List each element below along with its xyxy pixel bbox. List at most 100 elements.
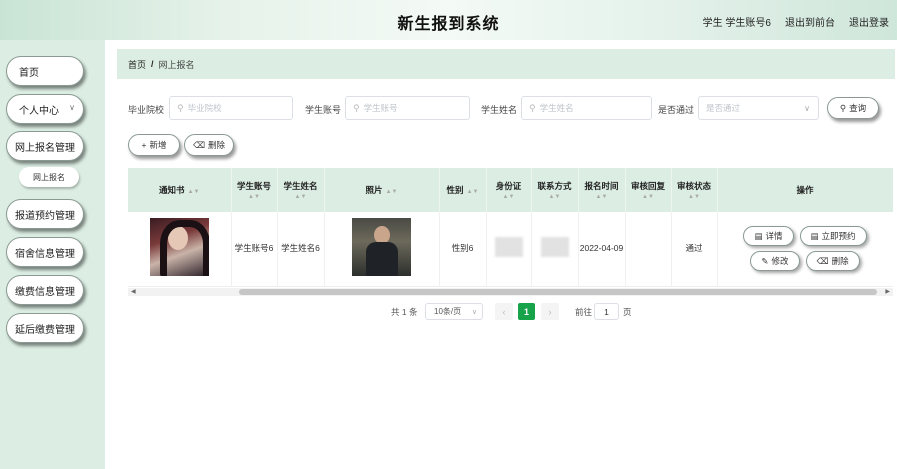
sidebar-item-label: 宿舍信息管理 — [15, 248, 75, 260]
sort-icon: ▲▼ — [688, 194, 700, 200]
add-button-label: 新增 — [149, 140, 167, 150]
col-gender[interactable]: 性别 ▲▼ — [439, 168, 487, 212]
horizontal-scrollbar[interactable]: ◀ ▶ — [128, 288, 893, 296]
sort-icon: ▲▼ — [466, 189, 479, 195]
row-delete-button[interactable]: ⌫ 删除 — [805, 251, 860, 272]
search-icon: ⚲ — [839, 102, 847, 113]
sort-icon: ▲▼ — [187, 189, 200, 195]
col-name[interactable]: 学生姓名 ▲▼ — [277, 168, 325, 212]
sidebar-item-payment-info[interactable]: 缴费信息管理 — [6, 275, 84, 305]
passed-label: 是否通过 — [658, 105, 695, 115]
col-actions: 操作 — [717, 168, 893, 212]
logout-link[interactable]: 退出登录 — [849, 14, 889, 29]
sort-icon: ▲▼ — [248, 194, 260, 200]
school-label: 毕业院校 — [128, 105, 165, 115]
cell-review-reply — [625, 212, 672, 287]
notice-image[interactable] — [149, 217, 209, 276]
breadcrumb-home[interactable]: 首页 — [128, 58, 146, 71]
sidebar-item-label: 首页 — [19, 67, 39, 79]
col-review-status[interactable]: 审核状态 ▲▼ — [671, 168, 718, 212]
page-suffix: 页 — [623, 306, 632, 317]
page-size-select[interactable]: 10条/页 ∨ — [425, 303, 483, 320]
edit-icon: ✎ — [761, 255, 769, 266]
query-button[interactable]: ⚲ 查询 — [827, 97, 879, 119]
chevron-down-icon: ∨ — [804, 103, 810, 113]
cell-notice — [128, 212, 232, 287]
chevron-down-icon: ∨ — [69, 103, 75, 112]
edit-button[interactable]: ✎ 修改 — [750, 251, 800, 272]
sidebar-item-personal-center[interactable]: 个人中心 ∨ — [6, 94, 84, 124]
passed-select[interactable]: 是否通过 ∨ — [698, 96, 819, 120]
goto-page-input[interactable]: 1 — [594, 303, 619, 320]
query-button-label: 查询 — [849, 103, 867, 113]
cell-photo — [324, 212, 440, 287]
col-photo[interactable]: 照片 ▲▼ — [324, 168, 440, 212]
account-input[interactable]: ⚲ 学生账号 — [345, 96, 470, 120]
passed-placeholder: 是否通过 — [706, 103, 741, 113]
sort-icon: ▲▼ — [642, 194, 654, 200]
col-contact[interactable]: 联系方式 ▲▼ — [531, 168, 579, 212]
cell-actions: ▤ 详情 ▤ 立即预约 ✎ 修改 ⌫ 删除 — [717, 212, 893, 287]
col-review-reply[interactable]: 审核回复 ▲▼ — [625, 168, 672, 212]
breadcrumb: 首页 / 网上报名 — [117, 49, 895, 79]
search-icon: ⚲ — [177, 102, 184, 113]
account-label: 学生账号 — [305, 105, 342, 115]
col-account[interactable]: 学生账号 ▲▼ — [231, 168, 278, 212]
sort-icon: ▲▼ — [294, 194, 307, 200]
delete-button[interactable]: ⌫ 删除 — [184, 134, 234, 156]
chevron-down-icon: ∨ — [471, 308, 477, 316]
redacted-contact — [540, 236, 569, 257]
back-to-frontend-link[interactable]: 退出到前台 — [785, 14, 835, 29]
table-header-row: 通知书 ▲▼ 学生账号 ▲▼ 学生姓名 ▲▼ 照片 ▲▼ 性别 ▲▼ 身份证 ▲▼ 联系方式… — [128, 168, 893, 212]
col-notice[interactable]: 通知书 ▲▼ — [128, 168, 232, 212]
document-icon: ▤ — [810, 230, 819, 241]
scrollbar-thumb[interactable] — [239, 289, 877, 295]
sidebar-item-dorm-info[interactable]: 宿舍信息管理 — [6, 237, 84, 267]
sidebar-item-label: 网上报名管理 — [15, 142, 75, 154]
sidebar-subitem-online-registration[interactable]: 网上报名 — [19, 167, 79, 187]
reserve-button[interactable]: ▤ 立即预约 — [799, 226, 867, 247]
redacted-id-card — [494, 236, 523, 257]
sort-icon: ▲▼ — [595, 194, 608, 200]
col-id-card[interactable]: 身份证 ▲▼ — [486, 168, 532, 212]
registration-table: 通知书 ▲▼ 学生账号 ▲▼ 学生姓名 ▲▼ 照片 ▲▼ 性别 ▲▼ 身份证 ▲▼ 联系方式… — [128, 168, 893, 296]
header-right: 学生 学生账号6 退出到前台 退出登录 — [703, 14, 889, 29]
cell-id-card — [486, 212, 532, 287]
col-reg-time[interactable]: 报名时间 ▲▼ — [578, 168, 626, 212]
pagination-total: 共 1 条 — [391, 306, 418, 317]
sidebar-item-label: 个人中心 — [19, 105, 59, 117]
sidebar-item-home[interactable]: 首页 — [6, 56, 84, 86]
chevron-right-icon: › — [548, 306, 552, 317]
page-number-current[interactable]: 1 — [518, 303, 535, 320]
account-placeholder: 学生账号 — [363, 103, 398, 113]
name-placeholder: 学生姓名 — [539, 103, 574, 113]
name-input[interactable]: ⚲ 学生姓名 — [521, 96, 652, 120]
cell-contact — [531, 212, 579, 287]
sort-icon: ▲▼ — [548, 194, 561, 200]
sidebar-item-report-reservation[interactable]: 报道预约管理 — [6, 199, 84, 229]
sidebar-item-label: 报道预约管理 — [15, 210, 75, 222]
detail-button[interactable]: ▤ 详情 — [743, 226, 794, 247]
name-label: 学生姓名 — [481, 105, 518, 115]
detail-icon: ▤ — [754, 230, 763, 241]
school-input[interactable]: ⚲ 毕业院校 — [169, 96, 293, 120]
search-icon: ⚲ — [529, 102, 536, 113]
delete-button-label: 删除 — [208, 140, 226, 150]
sidebar: 首页 个人中心 ∨ 网上报名管理 网上报名 报道预约管理 宿舍信息管理 缴费信息… — [0, 40, 105, 469]
cell-account: 学生账号6 — [231, 212, 278, 287]
add-button[interactable]: + 新增 — [128, 134, 180, 156]
top-header: 新生报到系统 学生 学生账号6 退出到前台 退出登录 — [0, 0, 897, 40]
cell-name: 学生姓名6 — [277, 212, 325, 287]
next-page-button[interactable]: › — [541, 303, 559, 320]
cell-reg-time: 2022-04-09 — [578, 212, 626, 287]
current-user-label: 学生 学生账号6 — [702, 18, 771, 29]
prev-page-button[interactable]: ‹ — [495, 303, 513, 320]
breadcrumb-current: 网上报名 — [158, 59, 195, 70]
sidebar-item-deferred-payment[interactable]: 延后缴费管理 — [6, 313, 84, 343]
student-photo[interactable] — [352, 217, 411, 276]
sidebar-item-online-registration[interactable]: 网上报名管理 — [6, 131, 84, 161]
scroll-left-icon[interactable]: ◀ — [131, 288, 136, 296]
school-placeholder: 毕业院校 — [187, 103, 222, 113]
table-row: 学生账号6 学生姓名6 性别6 2022-04-09 通过 ▤ 详情 ▤ 立即预约 … — [128, 212, 893, 287]
scroll-right-icon[interactable]: ▶ — [885, 288, 890, 296]
